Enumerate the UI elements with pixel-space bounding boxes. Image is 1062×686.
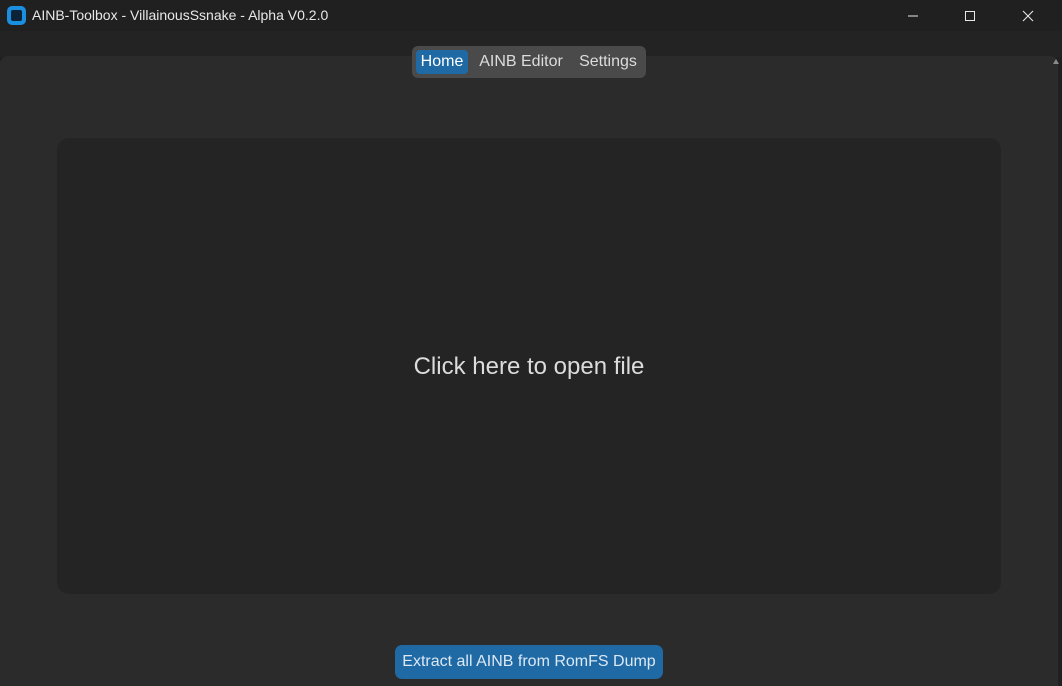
maximize-button[interactable]: [947, 0, 993, 31]
minimize-icon: [908, 15, 918, 16]
close-icon: [1022, 10, 1034, 21]
close-button[interactable]: [1005, 0, 1051, 31]
scroll-up-icon[interactable]: [1053, 59, 1059, 64]
window-title: AINB-Toolbox - VillainousSsnake - Alpha …: [32, 7, 329, 23]
maximize-icon: [965, 10, 975, 21]
open-file-label: Click here to open file: [413, 353, 645, 380]
app-window: AINB-Toolbox - VillainousSsnake - Alpha …: [0, 0, 1062, 686]
open-file-area[interactable]: Click here to open file: [57, 138, 1001, 594]
minimize-button[interactable]: [890, 0, 936, 31]
app-icon: [7, 6, 26, 25]
tab-home[interactable]: Home: [416, 50, 468, 74]
tab-ainb-editor[interactable]: AINB Editor: [474, 50, 568, 74]
tab-bar: Home AINB Editor Settings: [412, 46, 646, 78]
extract-ainb-button[interactable]: Extract all AINB from RomFS Dump: [395, 645, 663, 679]
title-bar[interactable]: AINB-Toolbox - VillainousSsnake - Alpha …: [0, 0, 1062, 31]
tab-settings[interactable]: Settings: [574, 50, 642, 74]
